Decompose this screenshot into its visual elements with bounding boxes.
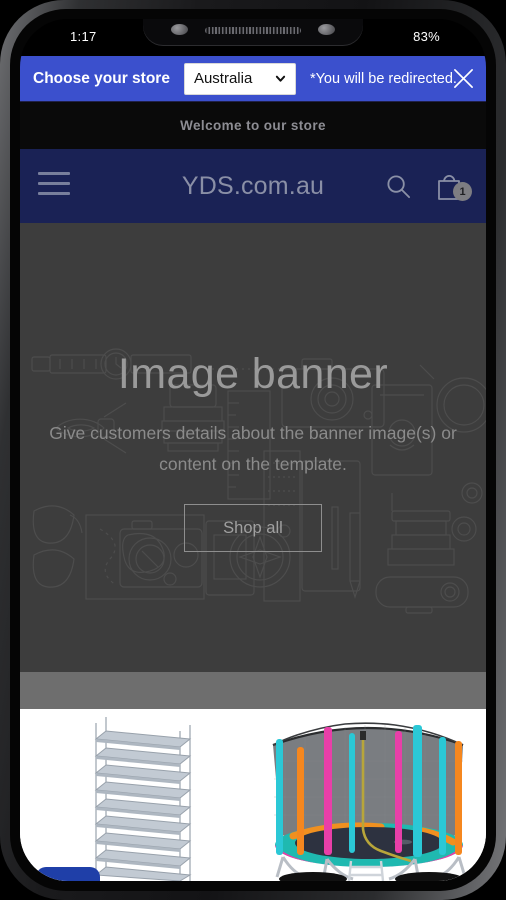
product-grid: [20, 709, 486, 881]
section-divider-band: [20, 672, 486, 709]
announcement-bar: Welcome to our store: [20, 101, 486, 149]
status-bar-battery: 83%: [413, 29, 440, 44]
earpiece-speaker-icon: [205, 27, 301, 34]
product-card-trampoline[interactable]: [253, 709, 486, 881]
cart-count-badge: 1: [453, 182, 472, 201]
trampoline-product-image: [272, 722, 467, 881]
chevron-down-icon: [275, 75, 286, 82]
status-bar-time: 1:17: [70, 29, 97, 44]
phone-bezel: 1:17 83% Choose your store Australia *Yo…: [10, 9, 496, 891]
site-logo[interactable]: YDS.com.au: [20, 149, 486, 223]
banner-subtitle: Give customers details about the banner …: [49, 423, 457, 474]
country-select-value: Australia: [193, 70, 253, 87]
front-camera-icon: [171, 24, 188, 35]
sensor-icon: [318, 24, 335, 35]
image-banner-section: Image banner Give customers details abou…: [20, 223, 486, 672]
search-icon[interactable]: [385, 173, 412, 200]
site-header: YDS.com.au 1: [20, 149, 486, 223]
banner-title: Image banner: [117, 350, 389, 398]
redirect-note: *You will be redirected.: [309, 70, 457, 87]
status-bar: 1:17 83%: [20, 19, 486, 56]
country-select[interactable]: Australia: [183, 62, 296, 95]
blue-product-edge: [36, 867, 100, 881]
shop-all-button[interactable]: Shop all: [184, 504, 322, 552]
close-icon[interactable]: [452, 67, 475, 90]
shoe-rack-product-image: [94, 717, 192, 881]
phone-device-frame: 1:17 83% Choose your store Australia *Yo…: [0, 0, 506, 900]
announcement-text: Welcome to our store: [180, 117, 326, 133]
phone-notch: [143, 19, 363, 45]
phone-screen: 1:17 83% Choose your store Australia *Yo…: [20, 19, 486, 881]
hamburger-icon[interactable]: [38, 172, 70, 198]
store-selector-label: Choose your store: [33, 69, 170, 87]
store-selector-banner: Choose your store Australia *You will be…: [20, 56, 486, 102]
product-card-shoe-rack[interactable]: [20, 709, 253, 881]
